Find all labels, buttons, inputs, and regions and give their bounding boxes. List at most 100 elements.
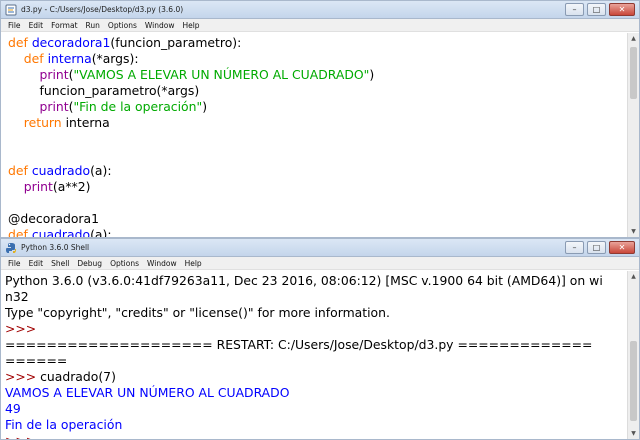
shell-menubar: File Edit Shell Debug Options Window Help xyxy=(1,257,639,270)
scroll-up-arrow-icon[interactable]: ▲ xyxy=(628,33,639,44)
editor-menubar: File Edit Format Run Options Window Help xyxy=(1,19,639,32)
close-button[interactable]: ✕ xyxy=(609,3,635,16)
code-token: (a**2) xyxy=(52,179,91,194)
code-token: (funcion_parametro): xyxy=(110,35,242,50)
python-idle-icon xyxy=(5,4,17,15)
shell-window: Python 3.6.0 Shell – □ ✕ File Edit Shell De… xyxy=(0,238,640,440)
menu-item-window[interactable]: Window xyxy=(141,21,179,30)
minimize-button[interactable]: – xyxy=(565,241,584,254)
code-token: >>> xyxy=(5,321,41,336)
shell-titlebar[interactable]: Python 3.6.0 Shell – □ ✕ xyxy=(1,239,639,257)
maximize-button[interactable]: □ xyxy=(587,3,606,16)
editor-scrollbar[interactable]: ▲ ▼ xyxy=(627,33,639,237)
code-token: print xyxy=(39,67,69,82)
scroll-down-arrow-icon[interactable]: ▼ xyxy=(628,428,639,439)
menu-item-window[interactable]: Window xyxy=(143,259,181,268)
shell-line: >>> xyxy=(5,321,627,337)
code-token: cuadrado xyxy=(31,163,91,178)
shell-window-controls: – □ ✕ xyxy=(565,241,635,254)
scroll-up-arrow-icon[interactable]: ▲ xyxy=(628,271,639,282)
code-token: Fin de la operación xyxy=(5,417,123,432)
code-token: ) xyxy=(202,99,208,114)
code-line: def cuadrado(a): xyxy=(8,227,627,237)
code-token: ) xyxy=(369,67,375,82)
menu-item-debug[interactable]: Debug xyxy=(73,259,106,268)
code-line: funcion_parametro(*args) xyxy=(8,83,627,99)
minimize-button[interactable]: – xyxy=(565,3,584,16)
code-line: return interna xyxy=(8,115,627,131)
code-token: Type "copyright", "credits" or "license(… xyxy=(5,305,390,320)
code-token: ==================== RESTART: C:/Users/J… xyxy=(5,337,593,352)
scrollbar-thumb[interactable] xyxy=(630,341,637,421)
shell-text-area[interactable]: Python 3.6.0 (v3.6.0:41df79263a11, Dec 2… xyxy=(1,271,627,439)
code-token: Python 3.6.0 (v3.6.0:41df79263a11, Dec 2… xyxy=(5,273,603,288)
menu-item-options[interactable]: Options xyxy=(104,21,141,30)
editor-window: d3.py - C:/Users/Jose/Desktop/d3.py (3.6… xyxy=(0,0,640,238)
menu-item-help[interactable]: Help xyxy=(178,21,203,30)
shell-scrollbar[interactable]: ▲ ▼ xyxy=(627,271,639,439)
menu-item-help[interactable]: Help xyxy=(181,259,206,268)
code-token: def xyxy=(23,51,44,66)
menu-item-edit[interactable]: Edit xyxy=(25,259,48,268)
code-token: "Fin de la operación" xyxy=(73,99,203,114)
menu-item-shell[interactable]: Shell xyxy=(47,259,73,268)
code-token: n32 xyxy=(5,289,29,304)
code-line: print("Fin de la operación") xyxy=(8,99,627,115)
close-button[interactable]: ✕ xyxy=(609,241,635,254)
scrollbar-thumb[interactable] xyxy=(630,47,637,99)
code-token: (a): xyxy=(90,163,112,178)
code-line: print(a**2) xyxy=(8,179,627,195)
code-token: cuadrado(7) xyxy=(40,369,116,384)
menu-item-run[interactable]: Run xyxy=(82,21,104,30)
shell-line: Type "copyright", "credits" or "license(… xyxy=(5,305,627,321)
code-token: funcion_parametro(*args) xyxy=(8,83,200,98)
editor-titlebar[interactable]: d3.py - C:/Users/Jose/Desktop/d3.py (3.6… xyxy=(1,1,639,19)
code-token: interna xyxy=(61,115,110,130)
code-token: ====== xyxy=(5,353,68,368)
menu-item-options[interactable]: Options xyxy=(106,259,143,268)
menu-item-file[interactable]: File xyxy=(4,21,25,30)
shell-line: n32 xyxy=(5,289,627,305)
code-line: def decoradora1(funcion_parametro): xyxy=(8,35,627,51)
editor-text-area[interactable]: def decoradora1(funcion_parametro): def … xyxy=(1,33,627,237)
shell-title: Python 3.6.0 Shell xyxy=(21,243,90,252)
code-token: interna xyxy=(47,51,92,66)
python-shell-icon xyxy=(6,242,16,253)
code-line: @decoradora1 xyxy=(8,211,627,227)
scroll-down-arrow-icon[interactable]: ▼ xyxy=(628,226,639,237)
maximize-button[interactable]: □ xyxy=(587,241,606,254)
code-token: def xyxy=(8,163,28,178)
shell-line: Fin de la operación xyxy=(5,417,627,433)
code-line: def interna(*args): xyxy=(8,51,627,67)
code-token: >>> xyxy=(5,369,41,384)
code-token: return xyxy=(23,115,62,130)
shell-line: >>> xyxy=(5,433,627,439)
menu-item-format[interactable]: Format xyxy=(47,21,81,30)
editor-window-controls: – □ ✕ xyxy=(565,3,635,16)
menu-item-edit[interactable]: Edit xyxy=(25,21,48,30)
code-line: def cuadrado(a): xyxy=(8,163,627,179)
shell-line: Python 3.6.0 (v3.6.0:41df79263a11, Dec 2… xyxy=(5,273,627,289)
code-token: cuadrado xyxy=(31,227,91,237)
shell-line: VAMOS A ELEVAR UN NÚMERO AL CUADRADO xyxy=(5,385,627,401)
code-token: (a): xyxy=(90,227,112,237)
code-token: 49 xyxy=(5,401,21,416)
editor-title: d3.py - C:/Users/Jose/Desktop/d3.py (3.6… xyxy=(21,5,184,14)
menu-item-file[interactable]: File xyxy=(4,259,25,268)
code-line: print("VAMOS A ELEVAR UN NÚMERO AL CUADR… xyxy=(8,67,627,83)
code-token: @decoradora1 xyxy=(8,211,99,226)
code-token: def xyxy=(8,227,28,237)
shell-line: ====== xyxy=(5,353,627,369)
code-token: print xyxy=(23,179,53,194)
code-token: decoradora1 xyxy=(31,35,111,50)
code-token: def xyxy=(8,35,28,50)
shell-line: ==================== RESTART: C:/Users/J… xyxy=(5,337,627,353)
